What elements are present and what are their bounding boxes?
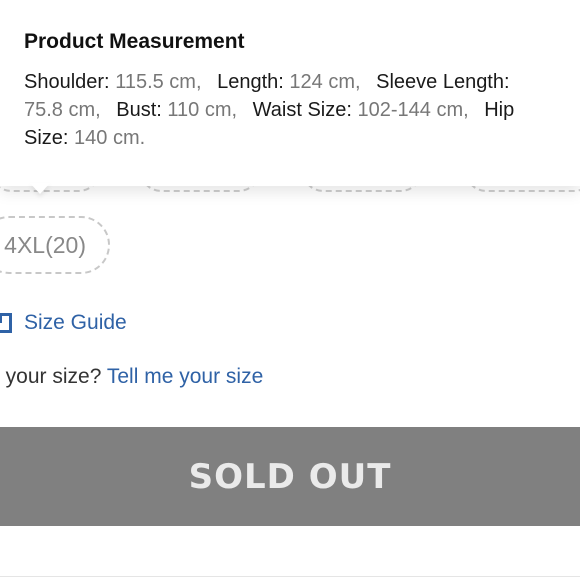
measurement-value: 124 cm,: [289, 71, 361, 93]
measurement-label: Length:: [217, 71, 284, 93]
tooltip-arrow: [30, 183, 50, 194]
measurement-label: Waist Size:: [252, 99, 352, 121]
measurement-value: 110 cm,: [167, 99, 238, 121]
measurement-value: 115.5 cm,: [115, 71, 202, 93]
tell-me-your-size-link[interactable]: Tell me your size: [107, 365, 263, 388]
divider: [0, 576, 580, 577]
measurement-length: Length: 124 cm,: [217, 71, 360, 93]
measurement-sleeve-length-value: 75.8 cm,: [24, 99, 101, 121]
sold-out-button[interactable]: SOLD OUT: [0, 427, 580, 526]
measurement-hip-rest: Size: 140 cm.: [24, 127, 145, 149]
measurement-hip-label: Hip: [484, 99, 514, 121]
measurement-label: Size:: [24, 127, 69, 149]
measurement-label: Shoulder:: [24, 71, 110, 93]
size-chip-4xl[interactable]: 4XL(20): [0, 216, 110, 274]
size-guide-label: Size Guide: [24, 311, 127, 334]
measurement-label: Bust:: [116, 99, 162, 121]
measurement-bust: Bust: 110 cm,: [116, 99, 237, 121]
measurement-tooltip: Product Measurement Shoulder: 115.5 cm, …: [0, 0, 580, 186]
measurement-waist: Waist Size: 102-144 cm,: [253, 99, 469, 121]
size-help-prefix: t your size?: [0, 365, 102, 388]
size-help-line: t your size? Tell me your size: [0, 365, 263, 389]
measurement-value: 102-144 cm,: [357, 99, 469, 121]
measurement-value: 140 cm.: [74, 127, 146, 149]
measurement-label: Sleeve Length:: [376, 71, 510, 93]
measurement-sleeve-length-label: Sleeve Length:: [376, 71, 509, 93]
measurement-label: Hip: [484, 99, 515, 121]
measurement-value: 75.8 cm,: [24, 99, 101, 121]
size-guide-link[interactable]: Size Guide: [0, 311, 127, 335]
measurement-shoulder: Shoulder: 115.5 cm,: [24, 71, 202, 93]
measurement-list: Shoulder: 115.5 cm, Length: 124 cm, Slee…: [24, 68, 564, 152]
tooltip-title: Product Measurement: [24, 30, 245, 53]
product-size-panel: Product Measurement Shoulder: 115.5 cm, …: [0, 0, 580, 580]
ruler-icon: [0, 313, 12, 333]
